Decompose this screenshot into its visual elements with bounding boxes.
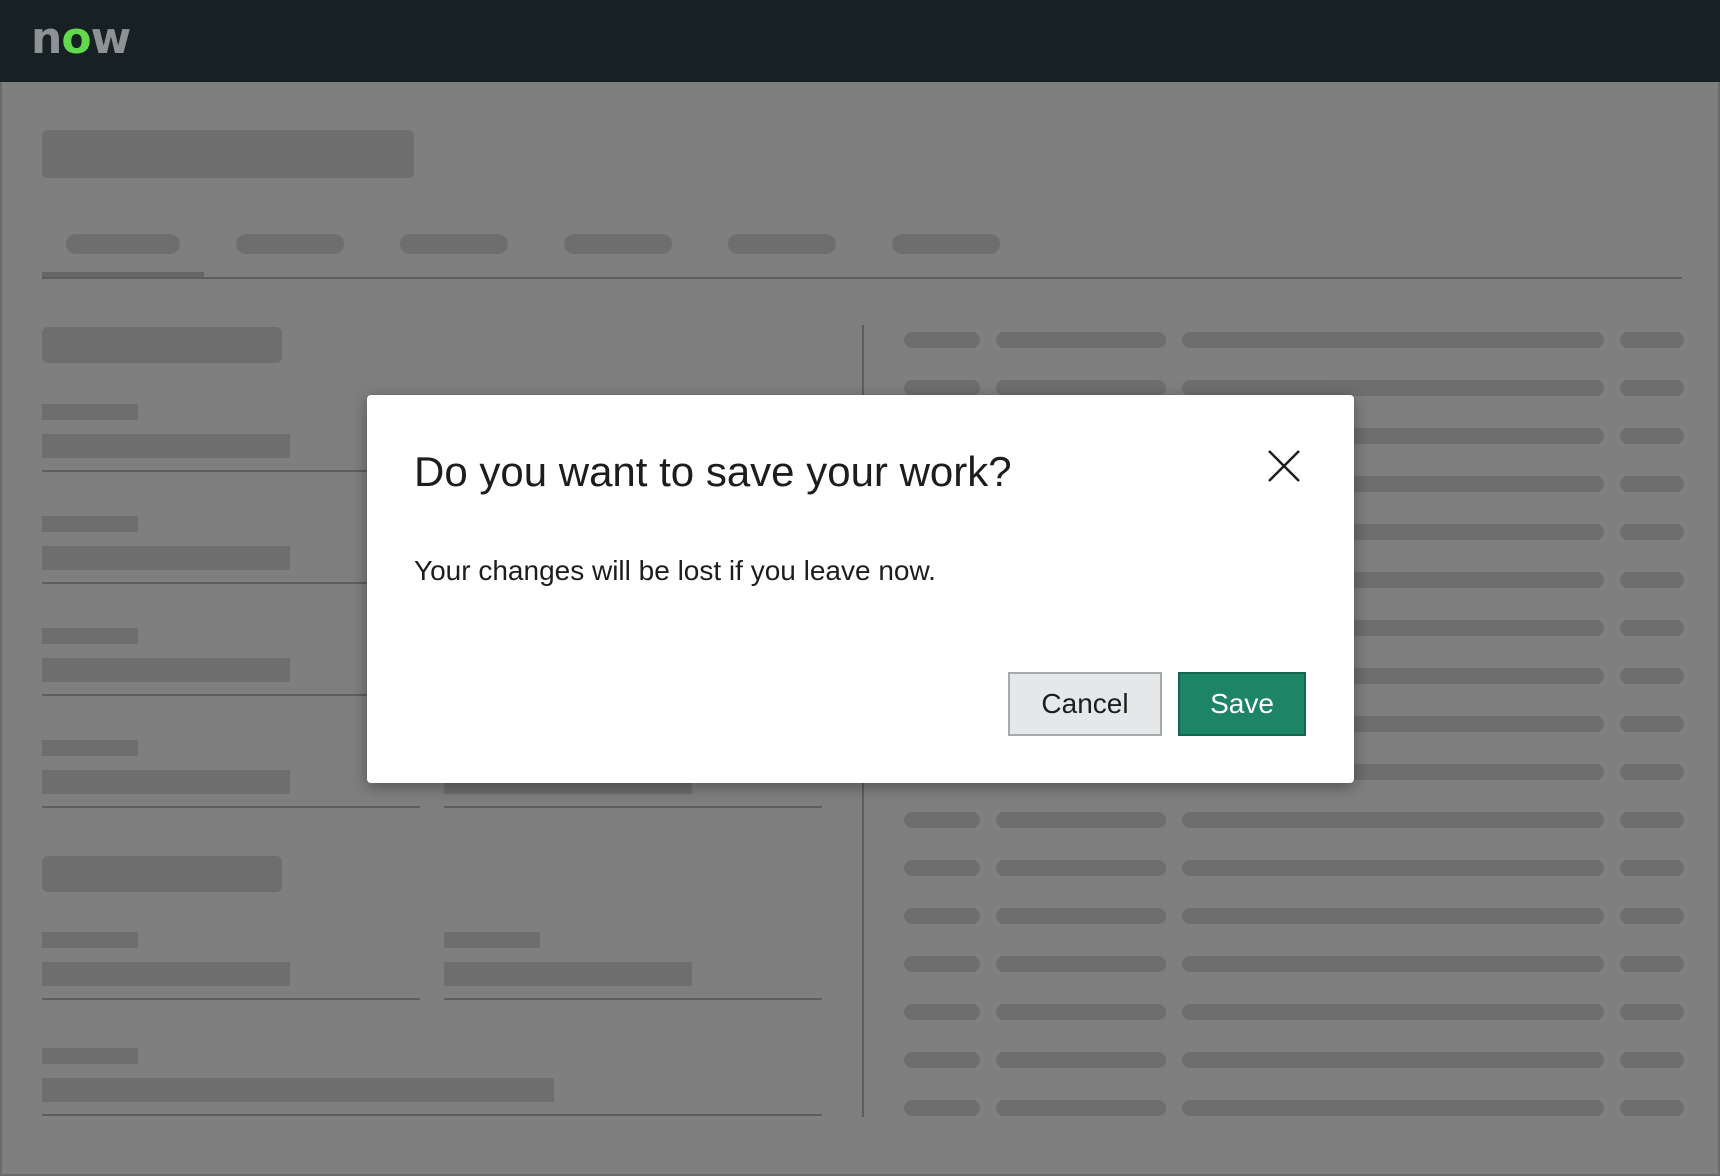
list-cell-skeleton bbox=[1182, 380, 1604, 396]
list-cell-skeleton bbox=[1182, 332, 1604, 348]
list-cell-skeleton bbox=[904, 812, 980, 828]
logo-letter-w: w bbox=[90, 13, 132, 64]
field-label-skeleton bbox=[42, 628, 138, 644]
field-value-skeleton bbox=[42, 546, 290, 570]
field-label-skeleton bbox=[42, 516, 138, 532]
list-cell-skeleton bbox=[996, 1100, 1166, 1116]
field-underline bbox=[42, 470, 420, 472]
tab-skeleton bbox=[66, 234, 180, 254]
field-value-skeleton bbox=[444, 962, 692, 986]
list-cell-skeleton bbox=[1182, 956, 1604, 972]
list-cell-skeleton bbox=[996, 908, 1166, 924]
list-cell-skeleton bbox=[1620, 476, 1684, 492]
list-cell-skeleton bbox=[1620, 524, 1684, 540]
save-button[interactable]: Save bbox=[1178, 672, 1306, 736]
list-cell-skeleton bbox=[1620, 428, 1684, 444]
list-cell-skeleton bbox=[1620, 620, 1684, 636]
list-cell-skeleton bbox=[996, 956, 1166, 972]
list-cell-skeleton bbox=[904, 332, 980, 348]
list-cell-skeleton bbox=[1620, 1004, 1684, 1020]
list-cell-skeleton bbox=[1620, 668, 1684, 684]
field-label-skeleton bbox=[42, 932, 138, 948]
list-cell-skeleton bbox=[1182, 812, 1604, 828]
tab-skeleton bbox=[236, 234, 344, 254]
list-cell-skeleton bbox=[904, 380, 980, 396]
field-label-skeleton bbox=[444, 932, 540, 948]
tab-skeleton bbox=[892, 234, 1000, 254]
active-tab-indicator bbox=[42, 272, 204, 277]
field-value-skeleton bbox=[42, 962, 290, 986]
list-cell-skeleton bbox=[1182, 1052, 1604, 1068]
list-cell-skeleton bbox=[1620, 956, 1684, 972]
tab-skeleton bbox=[564, 234, 672, 254]
list-cell-skeleton bbox=[1620, 908, 1684, 924]
logo-letter-o: o bbox=[61, 13, 91, 64]
field-value-skeleton bbox=[42, 434, 290, 458]
list-cell-skeleton bbox=[996, 332, 1166, 348]
list-cell-skeleton bbox=[904, 1052, 980, 1068]
list-cell-skeleton bbox=[904, 1100, 980, 1116]
servicenow-logo[interactable]: now bbox=[31, 13, 132, 64]
tab-skeleton bbox=[400, 234, 508, 254]
field-underline bbox=[42, 998, 420, 1000]
list-cell-skeleton bbox=[1620, 860, 1684, 876]
list-cell-skeleton bbox=[1620, 332, 1684, 348]
list-cell-skeleton bbox=[1182, 1100, 1604, 1116]
field-value-skeleton bbox=[42, 658, 290, 682]
field-value-skeleton bbox=[42, 770, 290, 794]
section-heading-skeleton bbox=[42, 856, 282, 892]
list-cell-skeleton bbox=[1620, 764, 1684, 780]
list-cell-skeleton bbox=[904, 860, 980, 876]
list-cell-skeleton bbox=[1620, 812, 1684, 828]
cancel-button[interactable]: Cancel bbox=[1008, 672, 1162, 736]
list-cell-skeleton bbox=[1182, 908, 1604, 924]
field-label-skeleton bbox=[42, 404, 138, 420]
list-cell-skeleton bbox=[904, 1004, 980, 1020]
close-icon[interactable] bbox=[1265, 447, 1303, 485]
tab-skeleton bbox=[728, 234, 836, 254]
list-cell-skeleton bbox=[996, 1004, 1166, 1020]
save-work-dialog: Do you want to save your work? Your chan… bbox=[367, 395, 1354, 783]
field-label-skeleton bbox=[42, 1048, 138, 1064]
field-underline bbox=[42, 582, 420, 584]
list-cell-skeleton bbox=[996, 812, 1166, 828]
top-navigation-bar: now bbox=[0, 0, 1720, 82]
list-cell-skeleton bbox=[904, 908, 980, 924]
field-label-skeleton bbox=[42, 740, 138, 756]
tabs-underline bbox=[42, 277, 1682, 279]
page-title-skeleton bbox=[42, 130, 414, 178]
list-cell-skeleton bbox=[1620, 380, 1684, 396]
field-underline bbox=[444, 806, 822, 808]
list-cell-skeleton bbox=[1620, 1052, 1684, 1068]
field-underline bbox=[444, 998, 822, 1000]
logo-letter-n: n bbox=[31, 13, 62, 64]
list-cell-skeleton bbox=[996, 1052, 1166, 1068]
section-heading-skeleton bbox=[42, 327, 282, 363]
dialog-title: Do you want to save your work? bbox=[414, 448, 1012, 495]
field-underline bbox=[42, 1114, 822, 1116]
list-cell-skeleton bbox=[1620, 716, 1684, 732]
list-cell-skeleton bbox=[1620, 1100, 1684, 1116]
field-value-skeleton bbox=[444, 782, 692, 794]
list-cell-skeleton bbox=[996, 860, 1166, 876]
field-underline bbox=[42, 806, 420, 808]
field-value-skeleton bbox=[42, 1078, 554, 1102]
field-underline bbox=[42, 694, 420, 696]
list-cell-skeleton bbox=[904, 956, 980, 972]
list-cell-skeleton bbox=[1182, 860, 1604, 876]
dialog-message: Your changes will be lost if you leave n… bbox=[414, 555, 936, 586]
list-cell-skeleton bbox=[1620, 572, 1684, 588]
list-cell-skeleton bbox=[996, 380, 1166, 396]
list-cell-skeleton bbox=[1182, 1004, 1604, 1020]
